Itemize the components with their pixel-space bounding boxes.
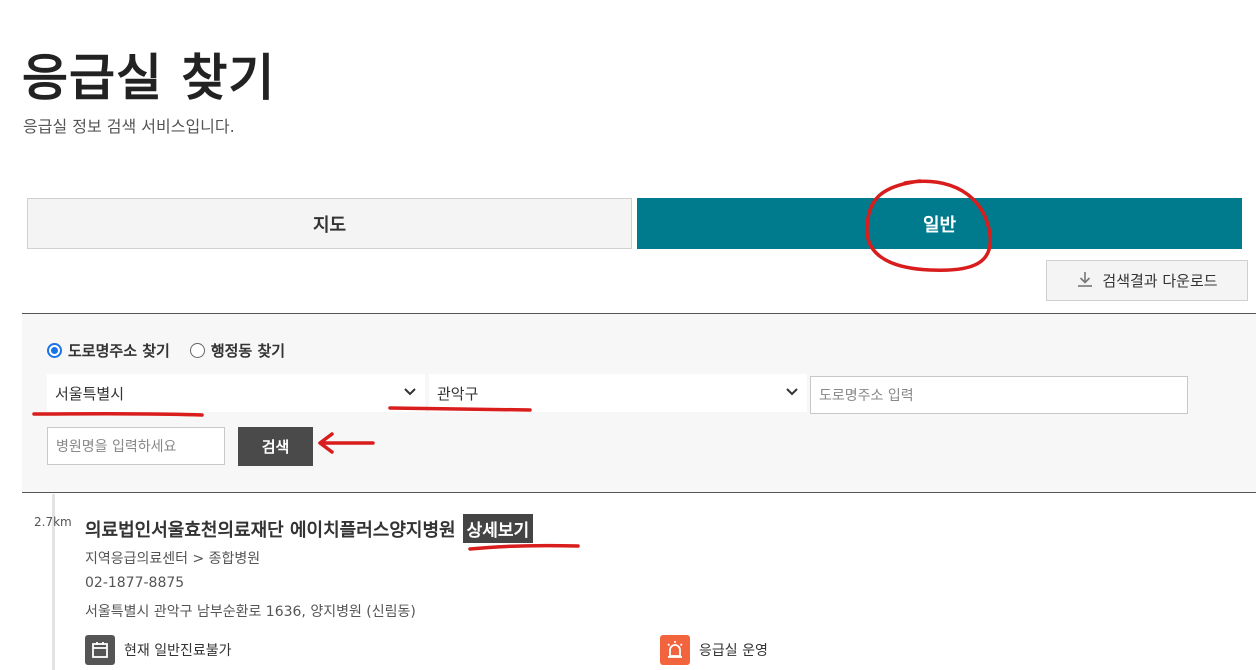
status-emergency-room: 응급실 운영 bbox=[660, 635, 768, 665]
status-general-care: 현재 일반진료불가 bbox=[85, 635, 232, 665]
road-address-input[interactable]: 도로명주소 입력 bbox=[810, 376, 1188, 414]
page-subtitle: 응급실 정보 검색 서비스입니다. bbox=[23, 117, 235, 136]
radio-road-address-label: 도로명주소 찾기 bbox=[68, 342, 170, 360]
radio-checked-icon[interactable] bbox=[47, 343, 62, 358]
status-general-care-label: 현재 일반진료불가 bbox=[124, 643, 232, 659]
result-address: 서울특별시 관악구 남부순환로 1636, 양지병원 (신림동) bbox=[85, 604, 416, 620]
district-select[interactable]: 관악구 bbox=[429, 374, 807, 412]
chevron-down-icon bbox=[785, 385, 799, 401]
detail-view-button[interactable]: 상세보기 bbox=[462, 514, 534, 543]
download-results-button[interactable]: 검색결과 다운로드 bbox=[1046, 260, 1248, 301]
address-type-radio-group: 도로명주소 찾기 행정동 찾기 bbox=[47, 340, 285, 361]
page-title: 응급실 찾기 bbox=[22, 49, 276, 107]
result-distance: 2.7km bbox=[34, 515, 72, 529]
download-icon bbox=[1076, 270, 1094, 292]
district-select-value: 관악구 bbox=[437, 384, 479, 403]
tab-general[interactable]: 일반 bbox=[637, 198, 1242, 249]
result-title: 의료법인서울효천의료재단 에이치플러스양지병원 상세보기 bbox=[85, 514, 534, 543]
annotation-underline-detail bbox=[468, 543, 580, 551]
hospital-name-input[interactable]: 병원명을 입력하세요 bbox=[47, 427, 225, 465]
city-select[interactable]: 서울특별시 bbox=[47, 374, 425, 412]
tab-general-label: 일반 bbox=[922, 214, 957, 236]
radio-admin-dong[interactable]: 행정동 찾기 bbox=[189, 340, 286, 361]
radio-admin-dong-label: 행정동 찾기 bbox=[210, 342, 286, 360]
result-category: 지역응급의료센터 > 종합병원 bbox=[85, 551, 261, 567]
siren-icon bbox=[660, 635, 690, 665]
download-label: 검색결과 다운로드 bbox=[1102, 272, 1218, 290]
tab-map[interactable]: 지도 bbox=[27, 198, 632, 249]
hospital-name: 의료법인서울효천의료재단 에이치플러스양지병원 bbox=[85, 519, 456, 541]
calendar-icon bbox=[85, 635, 115, 665]
search-button[interactable]: 검색 bbox=[238, 427, 313, 466]
city-select-value: 서울특별시 bbox=[55, 384, 125, 403]
status-emergency-room-label: 응급실 운영 bbox=[699, 643, 768, 659]
tab-map-label: 지도 bbox=[312, 214, 347, 236]
radio-road-address[interactable]: 도로명주소 찾기 bbox=[47, 340, 170, 361]
radio-unchecked-icon[interactable] bbox=[189, 343, 205, 358]
result-phone: 02-1877-8875 bbox=[85, 575, 185, 591]
chevron-down-icon bbox=[403, 385, 417, 401]
